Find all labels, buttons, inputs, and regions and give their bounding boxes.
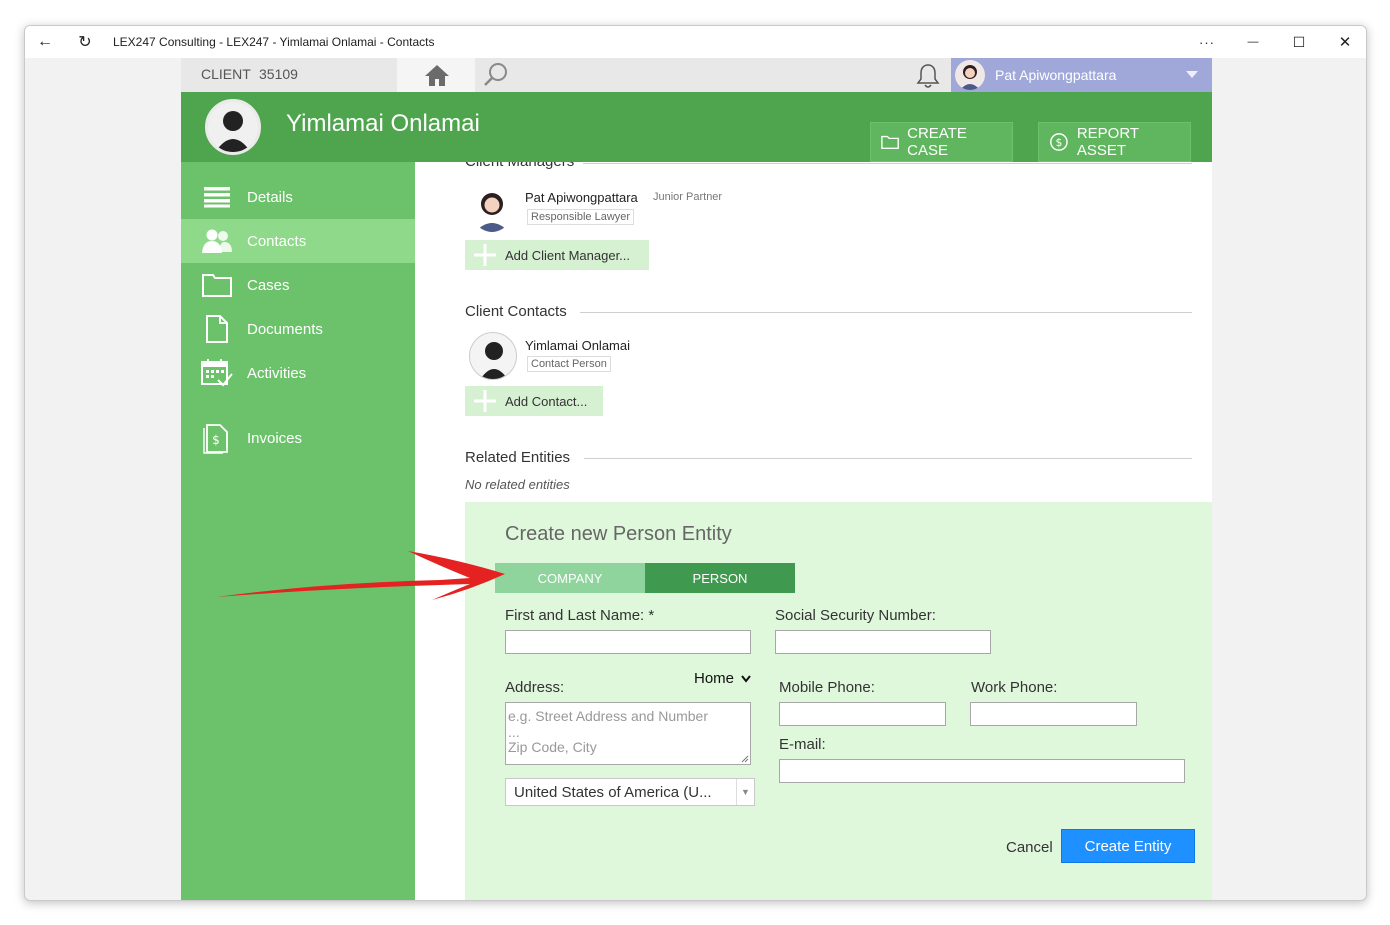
- sidebar-item-label: Details: [247, 188, 293, 206]
- sidebar-item-label: Invoices: [247, 429, 303, 447]
- report-asset-button[interactable]: $ REPORT ASSET: [1038, 122, 1191, 162]
- user-menu[interactable]: Pat Apiwongpattara: [951, 58, 1212, 92]
- document-icon: [201, 314, 233, 344]
- resize-handle-icon[interactable]: [741, 755, 749, 763]
- role-badge: Contact Person: [527, 356, 611, 372]
- mobile-phone-field[interactable]: [779, 702, 946, 726]
- sidebar-item-activities[interactable]: Activities: [181, 351, 415, 395]
- ssn-label: Social Security Number:: [775, 607, 936, 624]
- chevron-down-icon[interactable]: [1186, 71, 1198, 78]
- name-label: First and Last Name: *: [505, 607, 655, 624]
- sidebar: Details Contacts Cases Documents Activit…: [181, 162, 415, 900]
- window-title: LEX247 Consulting - LEX247 - Yimlamai On…: [113, 35, 435, 49]
- dropdown-arrow-icon: ▼: [736, 779, 754, 805]
- sidebar-item-documents[interactable]: Documents: [181, 307, 415, 351]
- entity-header: Yimlamai Onlamai CREATE CASE $ REPORT AS…: [181, 92, 1212, 162]
- list-icon: [201, 182, 233, 212]
- folder-icon: [201, 270, 233, 300]
- name-field[interactable]: [505, 630, 751, 654]
- sidebar-item-invoices[interactable]: $ Invoices: [181, 416, 415, 460]
- svg-text:$: $: [1055, 136, 1062, 149]
- back-icon[interactable]: ←: [31, 30, 59, 54]
- app-window: ← ↻ LEX247 Consulting - LEX247 - Yimlama…: [24, 25, 1367, 901]
- address-type-dropdown[interactable]: Home: [694, 670, 751, 687]
- email-field[interactable]: [779, 759, 1185, 783]
- svg-text:$: $: [212, 433, 220, 447]
- add-client-manager-button[interactable]: Add Client Manager...: [465, 240, 649, 270]
- maximize-icon[interactable]: ☐: [1285, 30, 1313, 54]
- chevron-down-icon: [741, 675, 751, 683]
- sidebar-item-label: Documents: [247, 320, 323, 338]
- divider: [584, 458, 1192, 459]
- home-icon: [425, 65, 449, 86]
- avatar: [469, 332, 517, 380]
- dollar-circle-icon: $: [1050, 133, 1068, 151]
- plus-icon: [474, 244, 496, 266]
- contacts-icon: [201, 226, 233, 256]
- folder-icon: [881, 135, 899, 150]
- sidebar-item-label: Cases: [247, 276, 290, 294]
- country-select[interactable]: United States of America (U... ▼: [505, 778, 755, 806]
- ssn-field[interactable]: [775, 630, 991, 654]
- manager-position: Junior Partner: [653, 191, 723, 203]
- bell-icon[interactable]: [914, 62, 942, 90]
- avatar: [205, 99, 261, 155]
- role-badge: Responsible Lawyer: [527, 209, 635, 225]
- home-button[interactable]: [397, 58, 475, 92]
- invoice-icon: $: [201, 423, 233, 454]
- sidebar-item-details[interactable]: Details: [181, 175, 415, 219]
- tab-person[interactable]: PERSON: [645, 563, 795, 593]
- minimize-icon[interactable]: —: [1239, 30, 1267, 54]
- divider: [580, 312, 1192, 313]
- email-label: E-mail:: [779, 736, 826, 753]
- avatar: [471, 184, 513, 232]
- empty-state-text: No related entities: [465, 477, 570, 492]
- client-label: CLIENT: [201, 66, 251, 82]
- manager-name[interactable]: Pat Apiwongpattara: [525, 190, 638, 205]
- more-icon[interactable]: ···: [1193, 30, 1221, 54]
- client-number: 35109: [259, 66, 298, 82]
- top-bar: CLIENT 35109 Pat Apiwongpattara: [181, 58, 1212, 92]
- user-name: Pat Apiwongpattara: [995, 67, 1117, 83]
- add-contact-button[interactable]: Add Contact...: [465, 386, 603, 416]
- app-content: CLIENT 35109 Pat Apiwongpattara Yimlamai…: [181, 58, 1212, 900]
- address-label: Address:: [505, 679, 565, 696]
- sidebar-item-cases[interactable]: Cases: [181, 263, 415, 307]
- cancel-button[interactable]: Cancel: [1006, 839, 1053, 856]
- calendar-icon: [201, 358, 233, 388]
- section-title-client-managers: Client Managers: [465, 162, 574, 170]
- refresh-icon[interactable]: ↻: [71, 30, 99, 54]
- create-entity-panel: Create new Person Entity COMPANY PERSON …: [465, 502, 1212, 900]
- divider: [583, 163, 1192, 164]
- work-phone-field[interactable]: [970, 702, 1137, 726]
- title-bar: ← ↻ LEX247 Consulting - LEX247 - Yimlama…: [25, 26, 1366, 58]
- mobile-phone-label: Mobile Phone:: [779, 679, 875, 696]
- page-title: Yimlamai Onlamai: [286, 110, 480, 137]
- sidebar-item-label: Activities: [247, 364, 307, 382]
- section-title-client-contacts: Client Contacts: [465, 303, 567, 320]
- main-content: Client Managers Pat Apiwongpattara Junio…: [415, 162, 1212, 900]
- plus-icon: [474, 390, 496, 412]
- create-entity-button[interactable]: Create Entity: [1061, 829, 1195, 863]
- close-icon[interactable]: ✕: [1331, 30, 1359, 54]
- panel-title: Create new Person Entity: [505, 523, 732, 545]
- tab-company[interactable]: COMPANY: [495, 563, 645, 593]
- create-case-button[interactable]: CREATE CASE: [870, 122, 1013, 162]
- contact-name[interactable]: Yimlamai Onlamai: [525, 338, 630, 353]
- address-textarea[interactable]: e.g. Street Address and Number ... Zip C…: [505, 702, 751, 765]
- sidebar-item-contacts[interactable]: Contacts: [181, 219, 415, 263]
- work-phone-label: Work Phone:: [971, 679, 1058, 696]
- section-title-related-entities: Related Entities: [465, 449, 571, 466]
- search-icon[interactable]: [481, 62, 511, 88]
- avatar: [955, 60, 985, 90]
- sidebar-item-label: Contacts: [247, 232, 307, 250]
